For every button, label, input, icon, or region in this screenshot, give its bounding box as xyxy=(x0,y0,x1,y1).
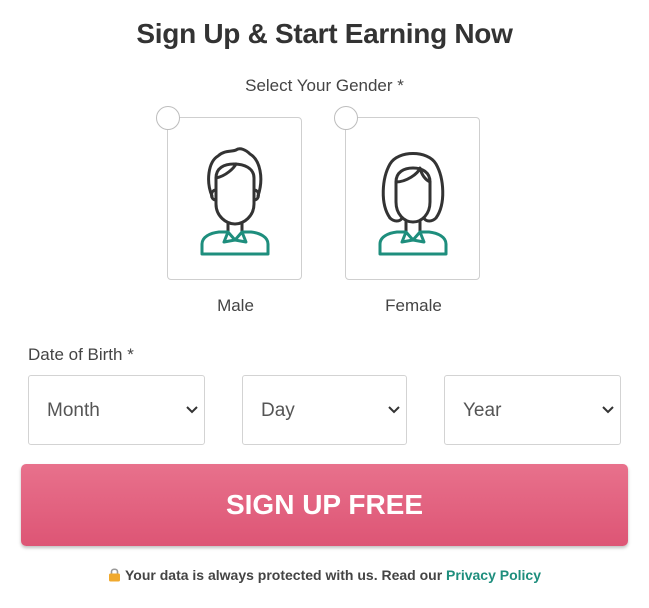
day-select-value: Day xyxy=(261,400,295,421)
gender-option-female[interactable] xyxy=(334,106,480,280)
year-select-value: Year xyxy=(463,400,502,421)
chevron-down-icon xyxy=(186,406,198,414)
chevron-down-icon xyxy=(388,406,400,414)
female-label: Female xyxy=(385,296,442,315)
privacy-text: Your data is always protected with us. R… xyxy=(125,567,443,583)
male-radio[interactable] xyxy=(156,106,180,130)
female-avatar-icon xyxy=(378,152,448,256)
month-select[interactable]: Month xyxy=(28,375,205,445)
day-select[interactable]: Day xyxy=(242,375,407,445)
page-title: Sign Up & Start Earning Now xyxy=(136,18,513,49)
female-radio[interactable] xyxy=(334,106,358,130)
month-select-value: Month xyxy=(47,400,100,421)
privacy-notice: Your data is always protected with us. R… xyxy=(0,567,649,583)
male-avatar-icon xyxy=(200,147,270,256)
chevron-down-icon xyxy=(602,406,614,414)
gender-label: Select Your Gender * xyxy=(245,76,404,95)
year-select[interactable]: Year xyxy=(444,375,621,445)
privacy-policy-link[interactable]: Privacy Policy xyxy=(446,567,541,583)
sign-up-free-button[interactable]: SIGN UP FREE xyxy=(21,464,628,546)
gender-option-male[interactable] xyxy=(156,106,302,280)
lock-icon xyxy=(109,568,120,582)
male-label: Male xyxy=(217,296,254,315)
dob-label: Date of Birth * xyxy=(28,345,134,364)
